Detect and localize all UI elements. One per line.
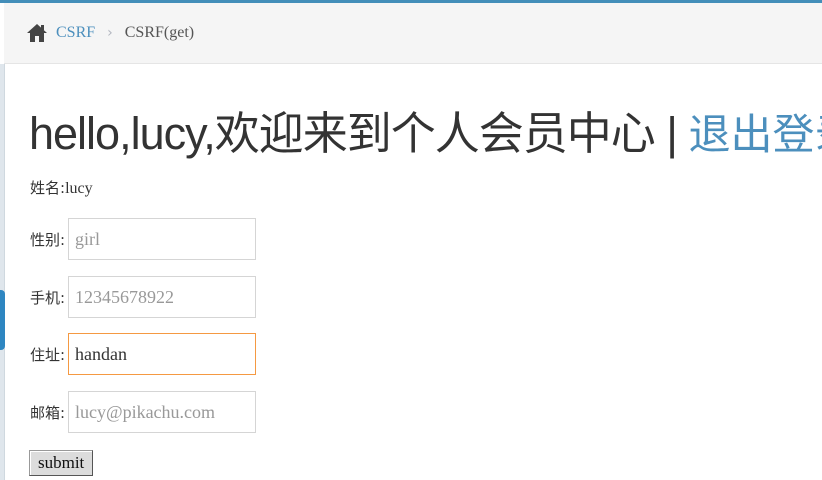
phone-row: 手机:	[30, 276, 256, 318]
sidebar-toggle-handle[interactable]	[0, 290, 5, 350]
phone-field[interactable]	[68, 276, 256, 318]
sex-label: 性别:	[30, 230, 66, 249]
address-label: 住址:	[30, 345, 66, 364]
welcome-text: hello,lucy,欢迎来到个人会员中心 |	[29, 108, 689, 159]
breadcrumb: CSRF › CSRF(get)	[4, 3, 822, 64]
email-field[interactable]	[68, 391, 256, 433]
logout-link[interactable]: 退出登录	[688, 110, 822, 159]
name-row: 姓名:lucy	[30, 178, 93, 199]
breadcrumb-link-csrf[interactable]: CSRF	[56, 24, 95, 42]
breadcrumb-separator-icon: ›	[107, 25, 113, 41]
email-row: 邮箱:	[30, 391, 256, 433]
submit-button[interactable]: submit	[29, 450, 94, 476]
name-label: 姓名:	[30, 179, 66, 197]
sidebar-edge	[0, 64, 5, 480]
welcome-heading: hello,lucy,欢迎来到个人会员中心 | 退出登录	[29, 104, 822, 165]
email-label: 邮箱:	[30, 403, 66, 422]
phone-label: 手机:	[30, 288, 66, 307]
home-icon[interactable]	[26, 22, 48, 44]
sex-field[interactable]	[68, 218, 256, 260]
breadcrumb-current: CSRF(get)	[124, 24, 195, 41]
address-field[interactable]	[68, 333, 256, 375]
sex-row: 性别:	[30, 218, 256, 260]
name-value: lucy	[65, 180, 93, 197]
address-row: 住址:	[30, 333, 256, 375]
